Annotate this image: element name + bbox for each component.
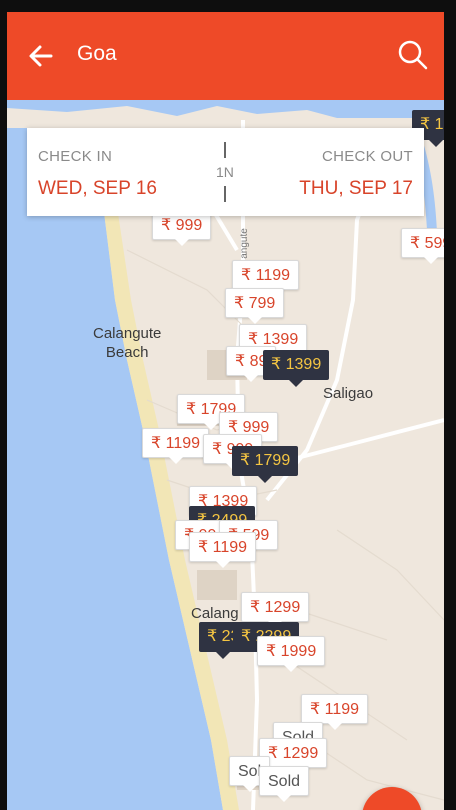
arrow-left-icon — [29, 45, 53, 67]
app-bar: Goa — [7, 12, 444, 100]
price-pin[interactable]: ₹ 1999 — [257, 636, 326, 672]
place-saligao: Saligao — [323, 385, 374, 402]
price-pin[interactable]: ₹ 1199 — [301, 694, 369, 730]
divider — [224, 186, 226, 202]
place-calangute-beach: Calangute Beach — [93, 325, 162, 361]
price-pin[interactable]: ₹ 1399 — [263, 350, 330, 387]
price-pin[interactable]: ₹ 1199 — [232, 260, 300, 296]
app-screen: Calangute Beach Saligao Calang angute Go… — [7, 12, 444, 810]
checkout-label: CHECK OUT — [321, 148, 413, 165]
page-title: Goa — [77, 42, 117, 65]
price-pin[interactable]: ₹ 1799 — [232, 446, 299, 483]
divider — [224, 142, 226, 158]
nights-count: 1N — [216, 164, 234, 180]
checkin-label: CHECK IN — [38, 148, 113, 165]
date-selector-card[interactable]: CHECK IN WED, SEP 16 1N CHECK OUT THU, S… — [27, 128, 424, 216]
price-pin[interactable]: ₹ 799 — [225, 288, 285, 324]
search-icon — [398, 40, 428, 70]
price-pin[interactable]: ₹ 599 — [401, 228, 444, 264]
search-button[interactable] — [396, 38, 430, 72]
price-pin-sold[interactable]: Sold — [259, 766, 310, 802]
price-pin[interactable]: ₹ 1299 — [241, 592, 310, 628]
checkin-date[interactable]: WED, SEP 16 — [38, 178, 157, 200]
price-pin[interactable]: ₹ 1199 — [142, 428, 210, 464]
device-frame: Calangute Beach Saligao Calang angute Go… — [0, 0, 456, 810]
road-label-calangute: angute — [238, 228, 250, 259]
back-button[interactable] — [25, 40, 57, 72]
place-calangute: Calang — [191, 605, 239, 622]
price-pin[interactable]: ₹ 1199 — [189, 532, 257, 568]
checkout-date[interactable]: THU, SEP 17 — [299, 178, 413, 200]
